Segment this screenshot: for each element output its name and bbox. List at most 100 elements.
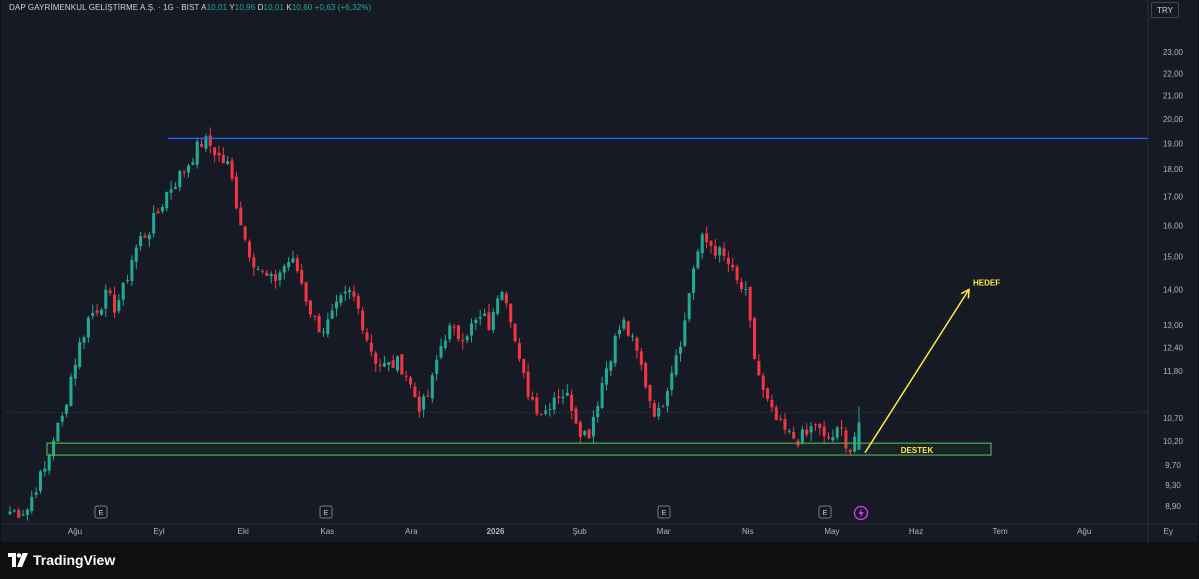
candle-body — [587, 429, 591, 438]
candle-body — [609, 361, 613, 371]
x-tick-label: Ağu — [1077, 527, 1091, 536]
candle-body — [783, 419, 787, 430]
candle-body — [709, 241, 713, 246]
candle-body — [761, 375, 765, 390]
candle-body — [726, 257, 730, 265]
candle-body — [265, 272, 269, 276]
candle-body — [652, 403, 656, 417]
currency-button[interactable]: TRY — [1151, 2, 1179, 18]
candle-body — [365, 332, 369, 341]
candle-body — [539, 413, 543, 415]
candle-body — [831, 437, 835, 441]
candle-body — [613, 336, 617, 364]
candle-body — [147, 234, 151, 240]
candle-body — [430, 375, 434, 399]
candle-body — [452, 326, 456, 328]
candle-body — [635, 338, 639, 351]
candle-body — [30, 496, 34, 511]
candle-body — [356, 296, 360, 309]
candle-body — [243, 226, 247, 240]
x-tick-label: Kas — [320, 527, 334, 536]
candle-body — [321, 331, 325, 333]
candle-body — [792, 431, 796, 439]
y-tick-label: 10,70 — [1163, 414, 1184, 423]
candle-body — [308, 300, 312, 315]
target-label: HEDEF — [973, 278, 1000, 287]
candle-body — [735, 266, 739, 281]
candle-body — [256, 268, 260, 270]
x-tick-label: Eyl — [154, 527, 165, 536]
candle-body — [757, 361, 761, 376]
candle-body — [461, 339, 465, 342]
candle-body — [234, 176, 238, 209]
y-tick-label: 23,00 — [1163, 48, 1184, 57]
candle-body — [287, 262, 291, 268]
candle-body — [382, 363, 386, 367]
candle-body — [374, 352, 378, 364]
candle-body — [661, 405, 665, 407]
candle-body — [535, 397, 539, 414]
candle-body — [200, 143, 204, 147]
x-tick-label: Ey — [1164, 527, 1173, 536]
app-frame: 19,20DESTEKHEDEF10,6002:18:16EEEE 8,909,… — [0, 0, 1199, 579]
candle-body — [121, 282, 125, 300]
candle-body — [152, 213, 156, 234]
y-tick-label: 18,00 — [1163, 165, 1184, 174]
candle-body — [12, 510, 16, 512]
candle-body — [343, 291, 347, 294]
chart-panel[interactable]: 19,20DESTEKHEDEF10,6002:18:16EEEE 8,909,… — [1, 0, 1198, 542]
candle-body — [47, 454, 51, 471]
close-value: 10,60 — [291, 3, 313, 12]
candle-body — [330, 310, 334, 319]
earnings-marker-label: E — [823, 510, 828, 517]
candle-body — [578, 422, 582, 437]
x-tick-label: Ağu — [68, 527, 82, 536]
candle-body — [217, 152, 221, 156]
candle-body — [561, 396, 565, 399]
candle-body — [400, 354, 404, 375]
candle-body — [247, 241, 251, 258]
brand-name: TradingView — [33, 552, 116, 568]
support-zone-box — [46, 442, 992, 456]
candle-body — [665, 391, 669, 407]
candle-body — [779, 418, 783, 420]
candle-body — [165, 191, 169, 209]
candle-body — [517, 343, 521, 360]
footer-bar: TradingView — [0, 542, 1199, 579]
candle-body — [335, 301, 339, 309]
candle-body — [56, 422, 60, 442]
candle-body — [291, 258, 295, 263]
brand[interactable]: TradingView — [8, 552, 115, 568]
candle-body — [744, 288, 748, 290]
overlays-layer: 19,20DESTEKHEDEF10,6002:18:16EEEE — [7, 132, 1192, 521]
candle-body — [38, 471, 42, 491]
candle-body — [239, 207, 243, 226]
candle-body — [448, 325, 452, 340]
candle-body — [509, 303, 513, 323]
candle-body — [126, 280, 130, 282]
candle-body — [491, 311, 495, 331]
candle-body — [69, 376, 73, 406]
candle-body — [604, 368, 608, 385]
candle-body — [731, 264, 735, 268]
candle-body — [722, 248, 726, 257]
candlestick-chart[interactable]: 19,20DESTEKHEDEF10,6002:18:16EEEE 8,909,… — [1, 0, 1198, 542]
y-tick-label: 20,00 — [1163, 115, 1184, 124]
candle-body — [208, 135, 212, 146]
candle-body — [278, 272, 282, 281]
candle-body — [618, 329, 622, 335]
candle-body — [91, 312, 95, 316]
candle-body — [478, 316, 482, 319]
candle-body — [339, 295, 343, 304]
candle-body — [622, 319, 626, 329]
candle-body — [369, 342, 373, 352]
candle-body — [112, 294, 116, 313]
candle-body — [670, 372, 674, 390]
target-arrow-line — [864, 288, 970, 454]
candle-body — [813, 424, 817, 426]
candle-body — [134, 247, 138, 262]
candle-body — [439, 346, 443, 358]
candle-body — [391, 360, 395, 368]
candle-body — [648, 385, 652, 402]
candle-body — [483, 313, 487, 316]
